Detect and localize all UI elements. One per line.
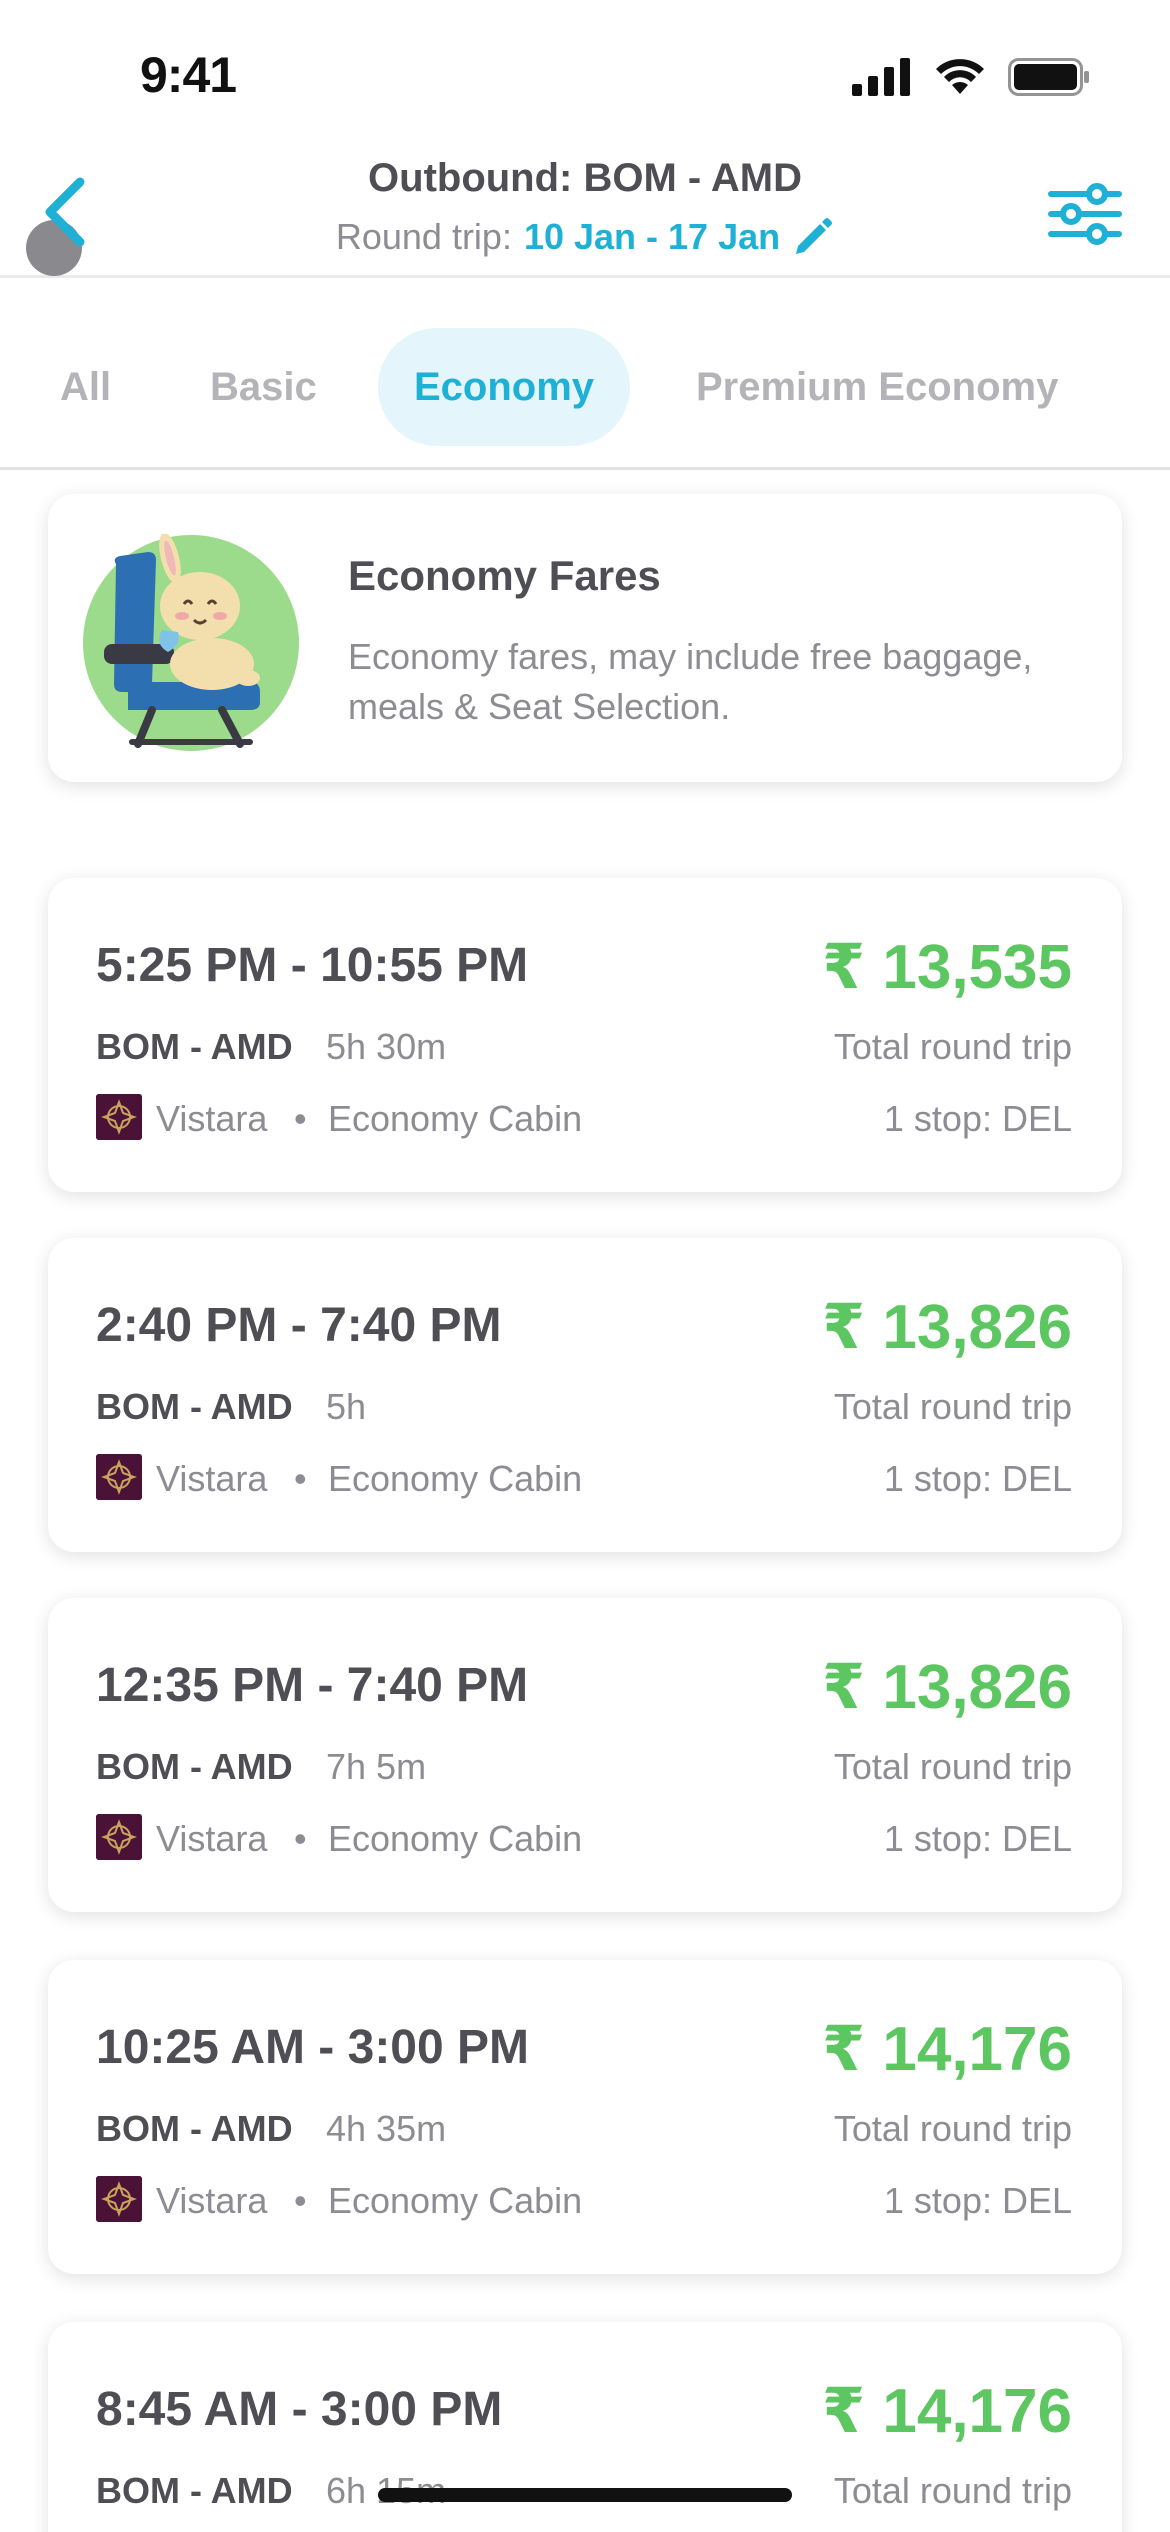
flight-price: ₹ 14,176 [822,2015,1072,2084]
airline-name: Vistara [156,1098,268,1139]
flight-price: ₹ 14,176 [822,2377,1072,2446]
trip-dates[interactable]: 10 Jan - 17 Jan [524,216,780,258]
flight-time: 2:40 PM - 7:40 PM [96,1299,502,1352]
flight-duration: 7h 5m [326,1746,427,1787]
price-note: Total round trip [833,2108,1072,2149]
flight-route: BOM - AMD [96,2108,293,2149]
battery-icon [1008,58,1089,96]
page-title: Outbound: BOM - AMD [368,156,802,200]
separator-dot: • [294,1458,307,1499]
vistara-logo-icon [96,2176,142,2222]
tab-basic[interactable]: Basic [174,328,353,446]
flight-time: 12:35 PM - 7:40 PM [96,1659,529,1712]
flight-route: BOM - AMD [96,1026,293,1067]
airline-name: Vistara [156,1458,268,1499]
vistara-logo-icon [96,1814,142,1860]
flight-duration: 4h 35m [326,2108,447,2149]
info-card-description: Economy fares, may include free baggage,… [348,636,1033,727]
flight-stops: 1 stop: DEL [883,1818,1072,1859]
flight-duration: 5h [326,1386,367,1427]
signal-icon [852,58,910,96]
status-bar: 9:41 [0,0,1170,150]
price-note: Total round trip [833,1026,1072,1067]
bunny-seat-illustration [83,534,299,751]
edit-pencil-icon[interactable] [792,216,834,258]
home-indicator[interactable] [378,2488,792,2502]
vistara-logo-icon [96,1094,142,1140]
flight-route: BOM - AMD [96,1386,293,1427]
flight-time: 10:25 AM - 3:00 PM [96,2021,530,2074]
cabin-class: Economy Cabin [328,1098,583,1139]
flight-stops: 1 stop: DEL [883,1458,1072,1499]
flight-route: BOM - AMD [96,1746,293,1787]
status-icons [852,58,1090,96]
flight-time: 8:45 AM - 3:00 PM [96,2383,503,2436]
airline-name: Vistara [156,2180,268,2221]
flight-price: ₹ 13,535 [822,933,1072,1002]
flight-price: ₹ 13,826 [822,1293,1072,1362]
filter-button[interactable] [1045,174,1125,254]
flight-card[interactable]: 10:25 AM - 3:00 PM ₹ 14,176 BOM - AMD 4h… [48,1960,1122,2274]
vistara-logo-icon [96,1454,142,1500]
price-note: Total round trip [833,2470,1072,2511]
cabin-class: Economy Cabin [328,1458,583,1499]
info-card-title: Economy Fares [348,552,661,599]
flight-card[interactable]: 12:35 PM - 7:40 PM ₹ 13,826 BOM - AMD 7h… [48,1598,1122,1912]
price-note: Total round trip [833,1386,1072,1427]
airline-name: Vistara [156,1818,268,1859]
wifi-icon [936,59,984,94]
flight-time: 5:25 PM - 10:55 PM [96,939,529,992]
separator-dot: • [294,2180,307,2221]
tab-premium-economy[interactable]: Premium Economy [660,328,1094,446]
flight-route: BOM - AMD [96,2470,293,2511]
fare-tabs: All Basic Economy Premium Economy [0,280,1170,470]
trip-dates-row[interactable]: Round trip: 10 Jan - 17 Jan [0,216,1170,258]
flight-card[interactable]: 2:40 PM - 7:40 PM ₹ 13,826 BOM - AMD 5h … [48,1238,1122,1552]
trip-type-label: Round trip: [335,216,512,257]
flight-price: ₹ 13,826 [822,1653,1072,1722]
flight-card[interactable]: 5:25 PM - 10:55 PM ₹ 13,535 BOM - AMD 5h… [48,878,1122,1192]
price-note: Total round trip [833,1746,1072,1787]
cabin-class: Economy Cabin [328,1818,583,1859]
tab-economy[interactable]: Economy [378,328,631,446]
cabin-class: Economy Cabin [328,2180,583,2221]
filter-sliders-icon [1048,183,1122,245]
separator-dot: • [294,1818,307,1859]
flight-duration: 5h 30m [326,1026,447,1067]
header: Outbound: BOM - AMD Round trip: 10 Jan -… [0,150,1170,278]
separator-dot: • [294,1098,307,1139]
flight-stops: 1 stop: DEL [883,2180,1072,2221]
flight-stops: 1 stop: DEL [883,1098,1072,1139]
economy-fares-info-card: Economy Fares Economy fares, may include… [48,494,1122,782]
status-time: 9:41 [140,47,237,103]
tab-all[interactable]: All [24,328,147,446]
